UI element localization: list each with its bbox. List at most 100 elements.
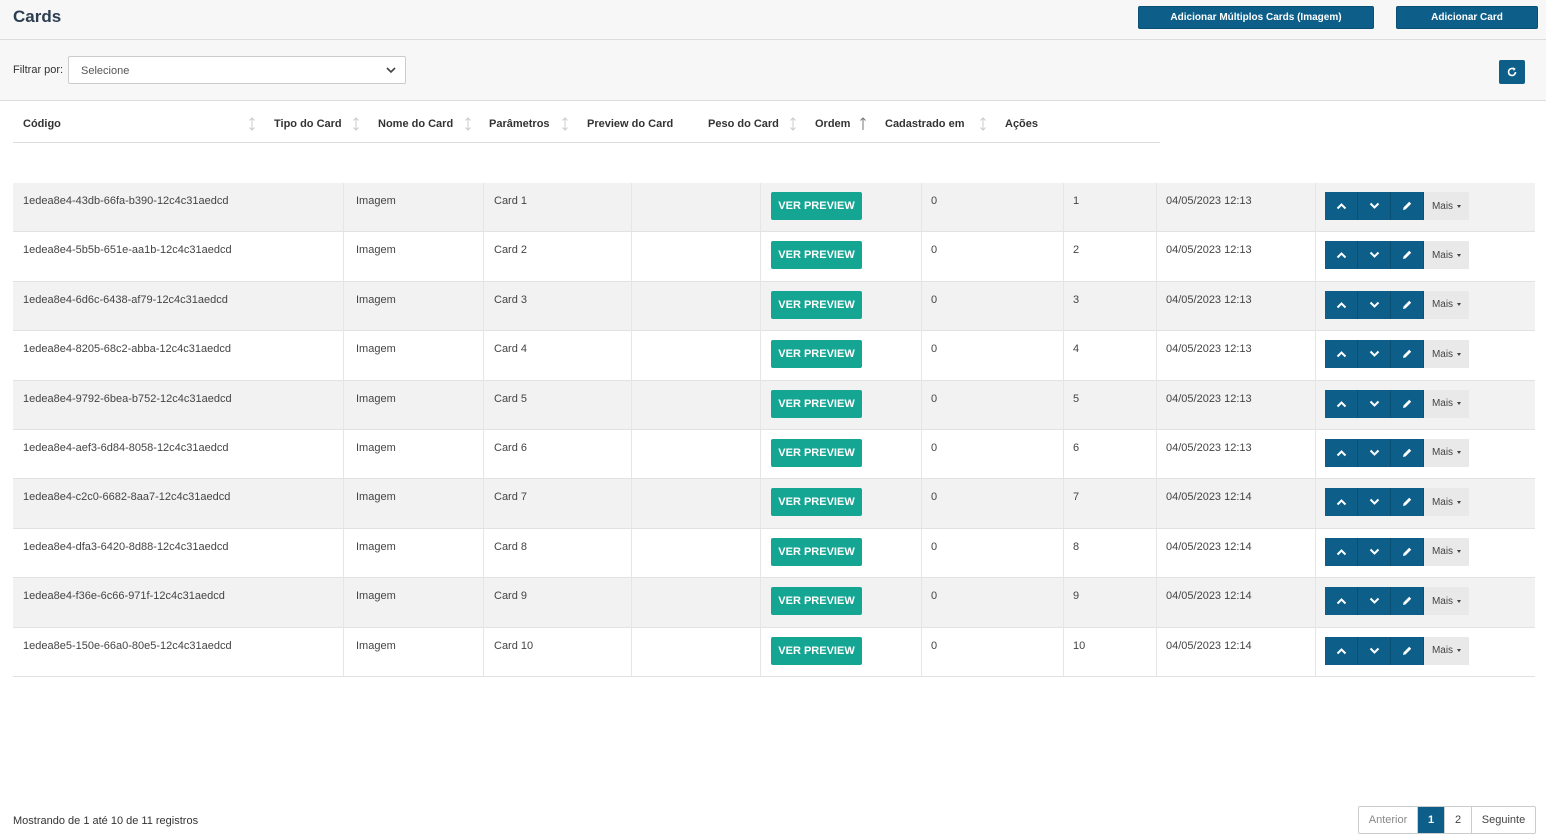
- edit-button[interactable]: [1391, 537, 1424, 566]
- ver-preview-button[interactable]: VER PREVIEW: [771, 537, 862, 566]
- cell-peso: 0: [931, 195, 938, 207]
- move-up-button[interactable]: [1325, 537, 1358, 566]
- ver-preview-button[interactable]: VER PREVIEW: [771, 290, 862, 319]
- move-down-button[interactable]: [1358, 537, 1391, 566]
- more-dropdown-button[interactable]: Mais: [1424, 340, 1469, 369]
- more-dropdown-button[interactable]: Mais: [1424, 389, 1469, 418]
- move-up-button[interactable]: [1325, 488, 1358, 517]
- edit-button[interactable]: [1391, 636, 1424, 665]
- move-up-button[interactable]: [1325, 192, 1358, 220]
- chevron-up-icon: [1336, 598, 1346, 605]
- edit-button[interactable]: [1391, 192, 1424, 220]
- cell-codigo: 1edea8e4-5b5b-651e-aa1b-12c4c31aedcd: [23, 244, 232, 257]
- ver-preview-button[interactable]: VER PREVIEW: [771, 587, 862, 616]
- move-down-button[interactable]: [1358, 290, 1391, 319]
- column-header-ordem[interactable]: Ordem: [815, 118, 850, 130]
- caret-down-icon: [1457, 303, 1462, 307]
- refresh-button[interactable]: [1499, 60, 1525, 84]
- edit-button[interactable]: [1391, 241, 1424, 270]
- sort-icon[interactable]: [561, 116, 569, 132]
- ver-preview-button[interactable]: VER PREVIEW: [771, 438, 862, 467]
- chevron-up-icon: [1336, 351, 1346, 358]
- more-dropdown-button[interactable]: Mais: [1424, 438, 1469, 467]
- sort-icon[interactable]: [248, 116, 256, 132]
- pagination-previous[interactable]: Anterior: [1359, 807, 1418, 833]
- more-label: Mais: [1431, 645, 1454, 657]
- pagination-page-1[interactable]: 1: [1418, 807, 1445, 833]
- column-divider: [1156, 281, 1157, 331]
- edit-button[interactable]: [1391, 488, 1424, 517]
- pencil-icon: [1403, 498, 1412, 507]
- ver-preview-button[interactable]: VER PREVIEW: [771, 488, 862, 517]
- move-down-button[interactable]: [1358, 438, 1391, 467]
- cell-cadastrado: 04/05/2023 12:13: [1166, 392, 1252, 405]
- row-actions: Mais: [1325, 290, 1469, 319]
- more-dropdown-button[interactable]: Mais: [1424, 537, 1469, 566]
- edit-button[interactable]: [1391, 290, 1424, 319]
- column-header-parametros[interactable]: Parâmetros: [489, 118, 550, 130]
- ver-preview-button[interactable]: VER PREVIEW: [771, 192, 862, 220]
- sort-icon[interactable]: [464, 116, 472, 132]
- edit-button[interactable]: [1391, 389, 1424, 418]
- caret-down-icon: [1457, 500, 1462, 504]
- move-down-button[interactable]: [1358, 241, 1391, 270]
- move-down-button[interactable]: [1358, 389, 1391, 418]
- ver-preview-button[interactable]: VER PREVIEW: [771, 636, 862, 665]
- move-down-button[interactable]: [1358, 488, 1391, 517]
- more-dropdown-button[interactable]: Mais: [1424, 290, 1469, 319]
- sort-icon[interactable]: [352, 116, 360, 132]
- column-header-codigo[interactable]: Código: [23, 118, 61, 130]
- pagination-next[interactable]: Seguinte: [1472, 807, 1535, 833]
- column-divider: [1315, 232, 1316, 281]
- sort-icon[interactable]: [789, 116, 797, 132]
- filter-select-value: Selecione: [81, 65, 130, 77]
- column-header-peso[interactable]: Peso do Card: [708, 118, 779, 130]
- ver-preview-button[interactable]: VER PREVIEW: [771, 340, 862, 369]
- add-multiple-cards-button[interactable]: Adicionar Múltiplos Cards (Imagem): [1138, 6, 1374, 29]
- chevron-up-icon: [1336, 548, 1346, 555]
- move-down-button[interactable]: [1358, 636, 1391, 665]
- more-dropdown-button[interactable]: Mais: [1424, 488, 1469, 517]
- cell-nome: Card 6: [494, 441, 528, 454]
- cell-tipo: Imagem: [356, 293, 396, 306]
- ver-preview-button[interactable]: VER PREVIEW: [771, 389, 862, 418]
- sort-asc-icon[interactable]: [859, 116, 867, 132]
- more-dropdown-button[interactable]: Mais: [1424, 587, 1469, 616]
- chevron-up-icon: [1336, 301, 1346, 308]
- table-row: 1edea8e4-6d6c-6438-af79-12c4c31aedcd Ima…: [13, 281, 1535, 332]
- column-divider: [1315, 528, 1316, 578]
- edit-button[interactable]: [1391, 438, 1424, 467]
- move-down-button[interactable]: [1358, 587, 1391, 616]
- column-header-tipo[interactable]: Tipo do Card: [274, 118, 342, 130]
- move-up-button[interactable]: [1325, 241, 1358, 270]
- move-up-button[interactable]: [1325, 389, 1358, 418]
- cell-codigo: 1edea8e4-9792-6bea-b752-12c4c31aedcd: [23, 392, 232, 405]
- more-dropdown-button[interactable]: Mais: [1424, 241, 1469, 270]
- move-down-button[interactable]: [1358, 340, 1391, 369]
- column-header-cadastrado[interactable]: Cadastrado em: [885, 118, 964, 130]
- chevron-up-icon: [1336, 499, 1346, 506]
- cell-nome: Card 7: [494, 491, 528, 504]
- move-up-button[interactable]: [1325, 438, 1358, 467]
- move-up-button[interactable]: [1325, 290, 1358, 319]
- edit-button[interactable]: [1391, 340, 1424, 369]
- move-up-button[interactable]: [1325, 340, 1358, 369]
- move-up-button[interactable]: [1325, 587, 1358, 616]
- move-down-button[interactable]: [1358, 192, 1391, 220]
- ver-preview-button[interactable]: VER PREVIEW: [771, 241, 862, 270]
- sort-icon[interactable]: [979, 116, 987, 132]
- edit-button[interactable]: [1391, 587, 1424, 616]
- pagination-page-2[interactable]: 2: [1445, 807, 1472, 833]
- column-divider: [631, 578, 632, 627]
- cell-ordem: 10: [1073, 639, 1086, 652]
- column-divider: [483, 380, 484, 429]
- move-up-button[interactable]: [1325, 636, 1358, 665]
- column-divider: [1063, 183, 1064, 232]
- more-dropdown-button[interactable]: Mais: [1424, 192, 1469, 220]
- column-divider: [343, 479, 344, 528]
- add-card-button[interactable]: Adicionar Card: [1396, 6, 1538, 29]
- more-dropdown-button[interactable]: Mais: [1424, 636, 1469, 665]
- table-row: 1edea8e4-9792-6bea-b752-12c4c31aedcd Ima…: [13, 380, 1535, 430]
- column-header-nome[interactable]: Nome do Card: [378, 118, 453, 130]
- filter-select[interactable]: Selecione: [68, 56, 406, 84]
